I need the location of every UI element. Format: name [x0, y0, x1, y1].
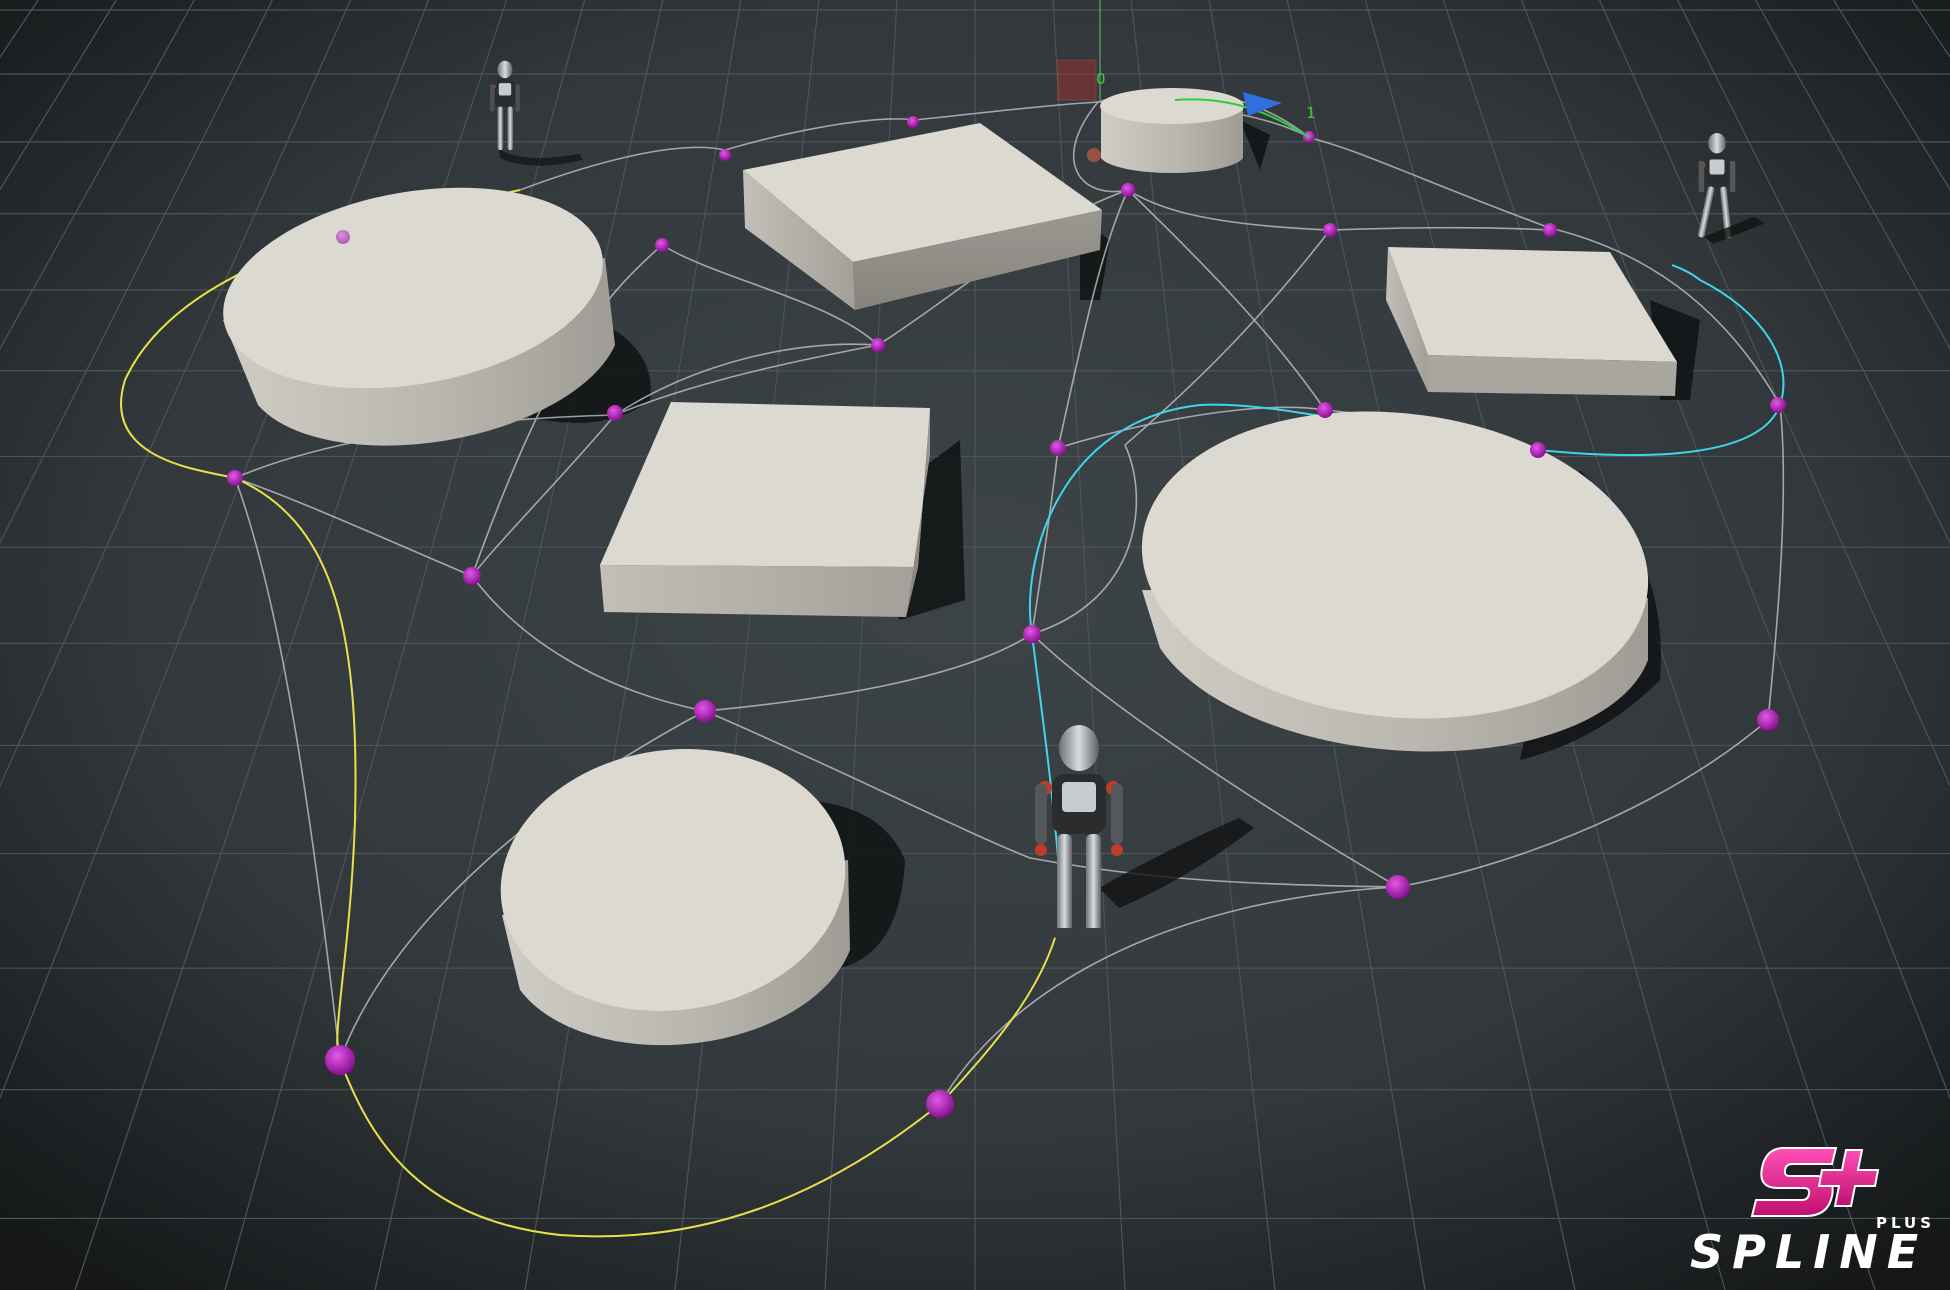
spline-node[interactable] [607, 405, 623, 421]
logo-spline-text: SPLINE [1690, 1225, 1927, 1276]
spline-node[interactable] [227, 470, 243, 486]
logo-emblem [1750, 1147, 1880, 1217]
spline-node[interactable] [1386, 875, 1410, 899]
spline-node[interactable] [1323, 223, 1337, 237]
spline-node[interactable] [1757, 709, 1779, 731]
gizmo-label-1: 1 [1306, 104, 1316, 122]
spline-node[interactable] [1770, 397, 1786, 413]
spline-node[interactable] [1050, 440, 1066, 456]
spline-node[interactable] [694, 700, 716, 722]
scene-canvas[interactable]: 0 1 [0, 0, 1950, 1290]
spline-node[interactable] [1543, 223, 1557, 237]
spline-node[interactable] [871, 338, 885, 352]
position-handle-icon[interactable] [1057, 59, 1097, 101]
spline-plus-logo: PLUS SPLINE [1690, 1147, 1931, 1276]
spline-node[interactable] [719, 149, 731, 161]
gizmo-label-0: 0 [1096, 70, 1106, 88]
spline-node[interactable] [1530, 442, 1546, 458]
spline-node[interactable] [907, 116, 919, 128]
spline-node[interactable] [336, 230, 350, 244]
spline-node[interactable] [655, 238, 669, 252]
scene-viewport[interactable]: 0 1 PLUS SPLINE [0, 0, 1950, 1290]
obstacle-cylinder-small-top [1100, 88, 1244, 174]
spline-node[interactable] [1023, 625, 1041, 643]
spline-node[interactable] [1317, 402, 1333, 418]
spline-node[interactable] [926, 1090, 954, 1118]
spline-node[interactable] [1121, 183, 1135, 197]
spline-node[interactable] [463, 567, 481, 585]
spline-node[interactable] [325, 1045, 355, 1075]
